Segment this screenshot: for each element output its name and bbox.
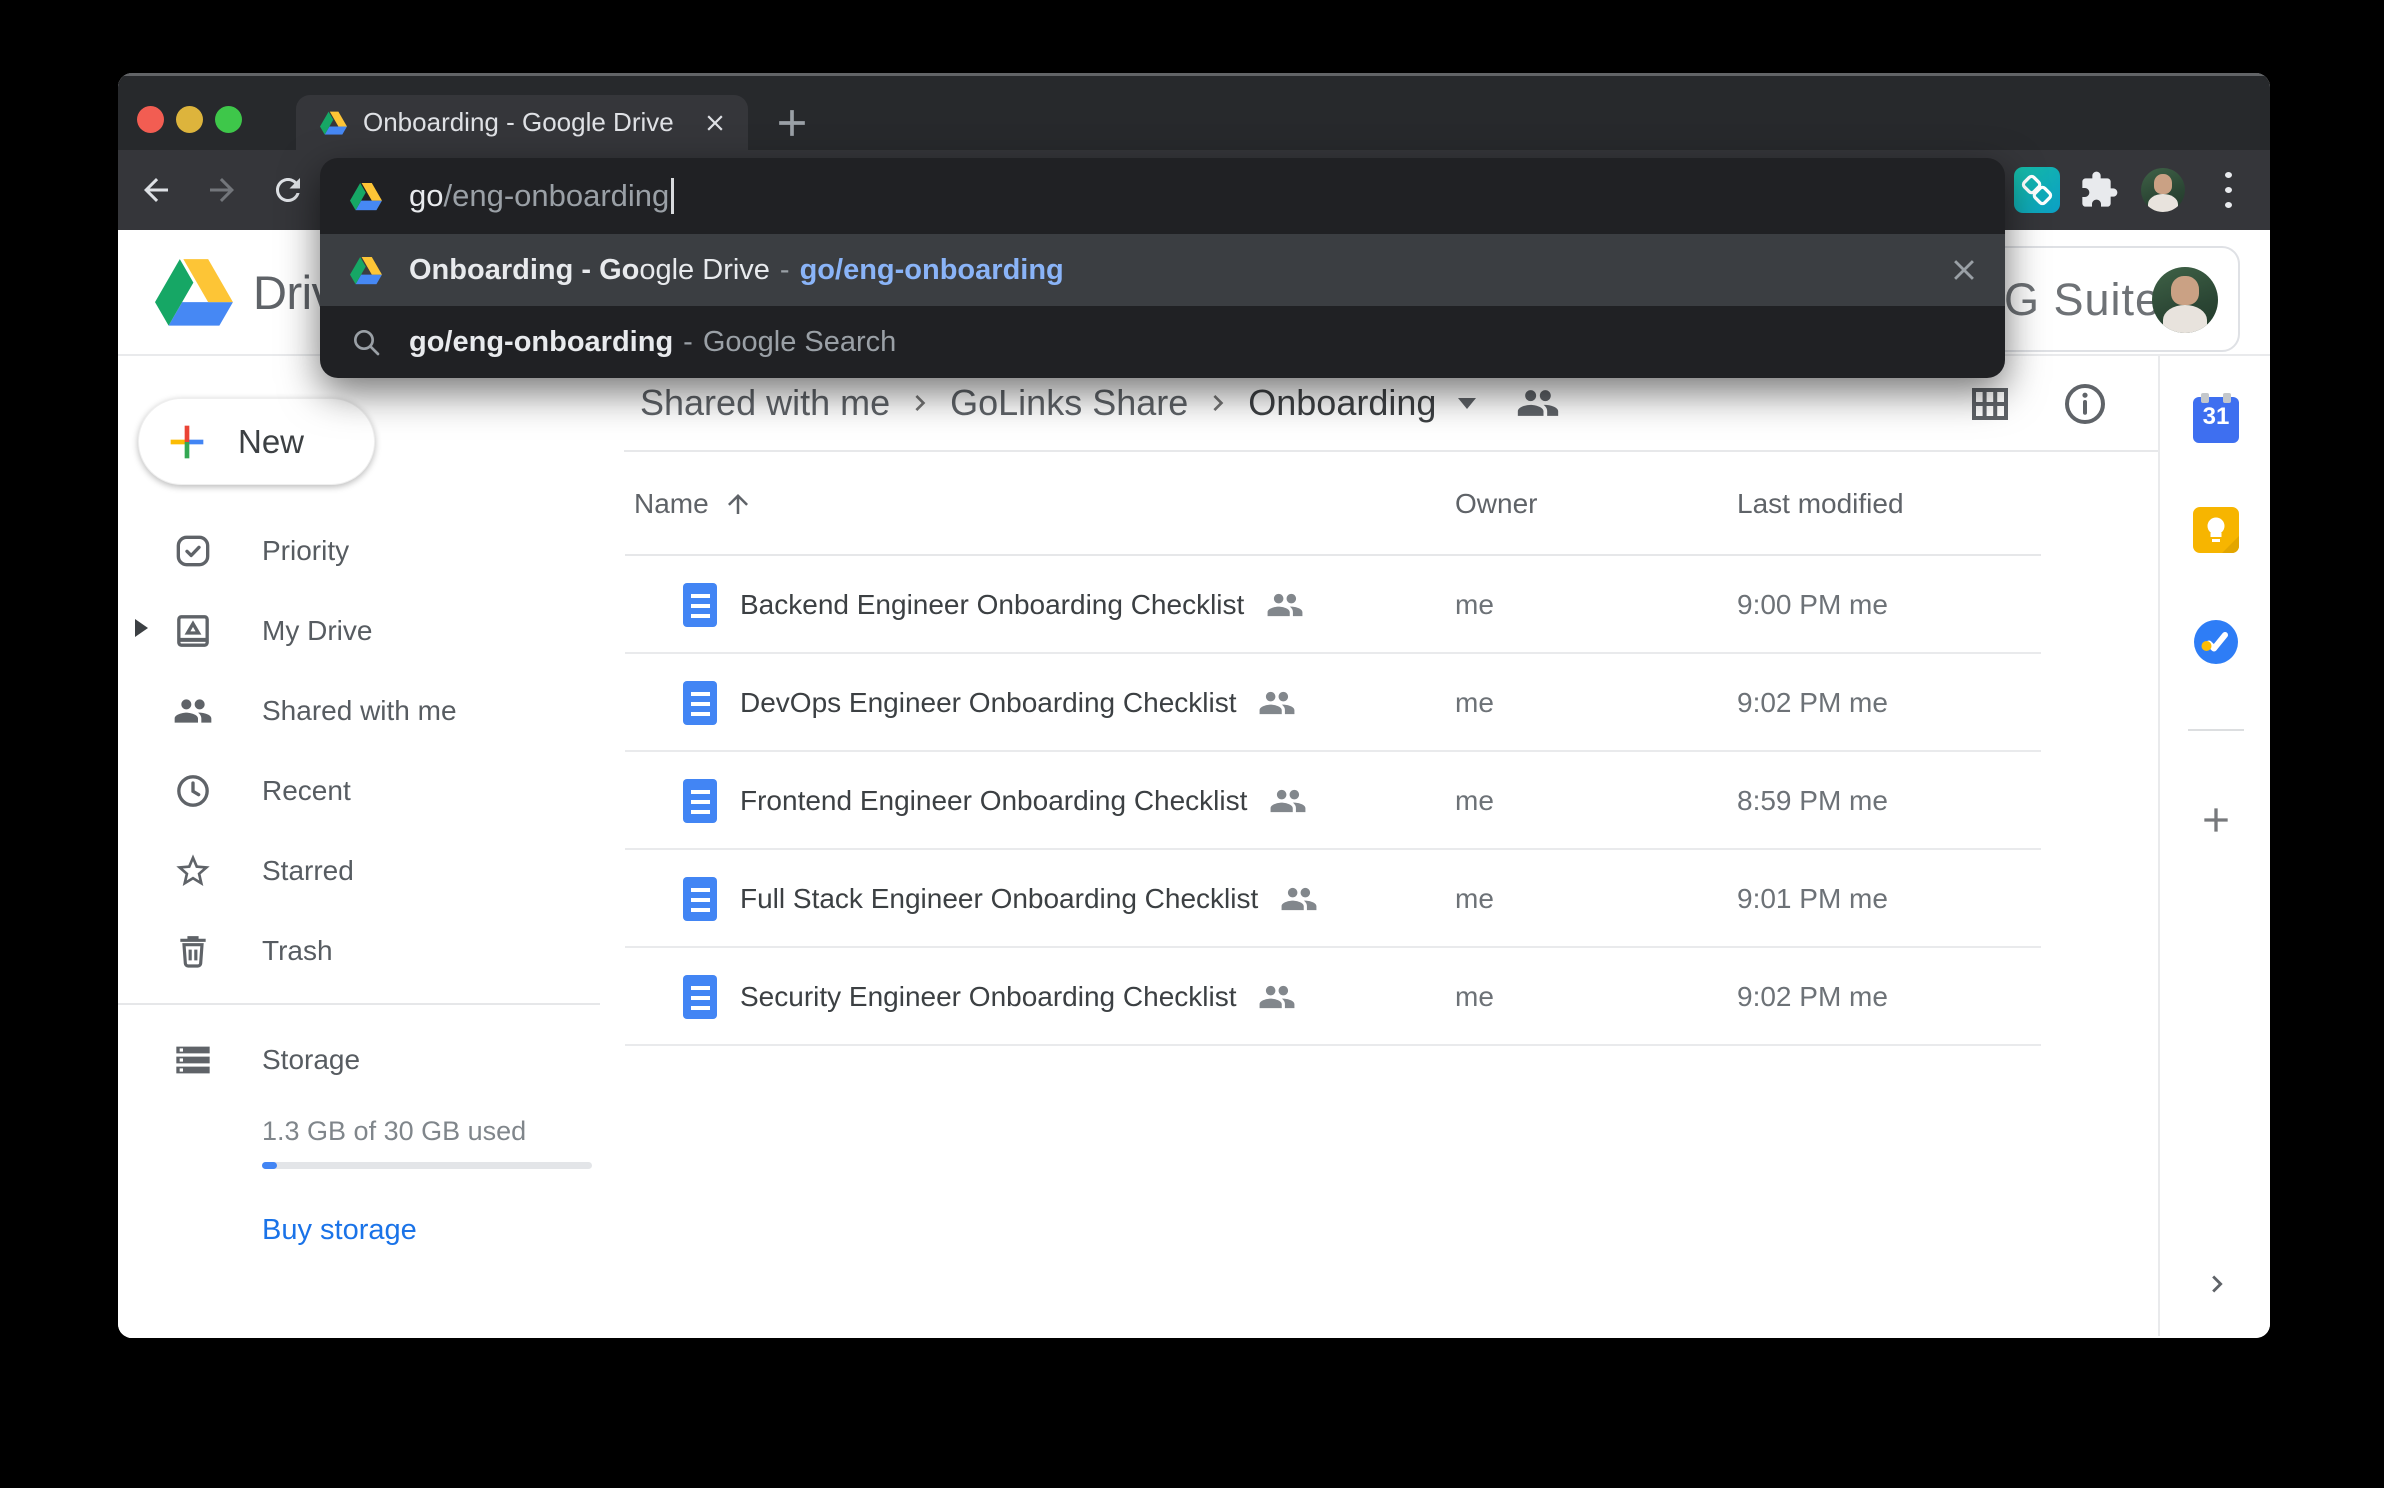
file-row[interactable]: Security Engineer Onboarding Checklist m…: [624, 948, 2158, 1046]
storage-usage-text: 1.3 GB of 30 GB used: [262, 1116, 526, 1147]
chevron-right-icon: [1202, 387, 1234, 419]
reload-button-icon[interactable]: [270, 172, 306, 208]
file-row[interactable]: Frontend Engineer Onboarding Checklist m…: [624, 752, 2158, 850]
info-icon[interactable]: [2061, 380, 2109, 428]
suggestion-google-search[interactable]: go/eng-onboarding-Google Search: [320, 306, 2005, 378]
clock-icon: [173, 771, 213, 811]
google-docs-icon: [683, 681, 717, 725]
tab-close-icon[interactable]: [702, 110, 728, 136]
tab-title: Onboarding - Google Drive: [363, 107, 674, 138]
browser-profile-avatar[interactable]: [2141, 168, 2185, 212]
shared-people-icon: [1280, 880, 1318, 918]
grid-view-icon[interactable]: [1966, 380, 2014, 428]
shared-people-icon: [1258, 978, 1296, 1016]
keep-icon[interactable]: [2193, 507, 2239, 553]
back-button-icon[interactable]: [138, 172, 174, 208]
drive-favicon-icon: [320, 111, 347, 135]
tasks-icon[interactable]: [2193, 619, 2239, 665]
window-minimize-button[interactable]: [176, 106, 203, 133]
shared-people-icon: [1258, 684, 1296, 722]
storage-progress-bar: [262, 1162, 592, 1169]
new-tab-button[interactable]: [770, 101, 814, 145]
shared-people-icon: [1266, 586, 1304, 624]
suggestion-drive-result[interactable]: Onboarding - Google Drive-go/eng-onboard…: [320, 234, 2005, 306]
google-docs-icon: [683, 975, 717, 1019]
account-avatar[interactable]: [2152, 267, 2218, 333]
sidebar-item-priority[interactable]: Priority: [118, 511, 624, 591]
storage-icon: [173, 1040, 213, 1080]
people-icon: [173, 691, 213, 731]
folder-menu-caret-icon[interactable]: [1458, 398, 1476, 409]
window-close-button[interactable]: [137, 106, 164, 133]
column-header-owner[interactable]: Owner: [1455, 452, 1537, 556]
folder-shared-people-icon[interactable]: [1516, 381, 1560, 425]
window-zoom-button[interactable]: [215, 106, 242, 133]
sidebar-divider: [118, 1003, 600, 1005]
breadcrumb-item-onboarding[interactable]: Onboarding: [1248, 382, 1436, 424]
new-button[interactable]: New: [138, 398, 375, 485]
forward-button-icon[interactable]: [204, 172, 240, 208]
trash-icon: [173, 931, 213, 971]
chevron-right-icon: [904, 387, 936, 419]
text-cursor: [671, 178, 674, 214]
drive-logo-icon: [155, 258, 233, 326]
golinks-extension-icon[interactable]: [2014, 167, 2060, 213]
window-controls: [137, 106, 242, 133]
browser-menu-icon[interactable]: [2216, 172, 2240, 208]
priority-check-icon: [173, 531, 213, 571]
sidebar-item-recent[interactable]: Recent: [118, 751, 624, 831]
browser-window: Onboarding - Google Drive: [118, 73, 2270, 1338]
extensions-puzzle-icon[interactable]: [2079, 170, 2119, 210]
tab-strip: Onboarding - Google Drive: [118, 73, 2270, 150]
browser-tab[interactable]: Onboarding - Google Drive: [296, 95, 748, 150]
search-icon: [350, 326, 382, 358]
shared-people-icon: [1269, 782, 1307, 820]
rail-divider: [2188, 729, 2244, 731]
buy-storage-link[interactable]: Buy storage: [262, 1214, 417, 1247]
star-icon: [173, 851, 213, 891]
list-header: Name Owner Last modified: [624, 452, 2158, 556]
drive-favicon-icon: [350, 256, 382, 285]
sidebar-item-storage[interactable]: Storage: [118, 1020, 624, 1100]
omnibox-input[interactable]: go/eng-onboarding: [320, 158, 2005, 234]
column-header-name[interactable]: Name: [634, 452, 753, 556]
google-docs-icon: [683, 583, 717, 627]
omnibox-completion-text: /eng-onboarding: [443, 178, 669, 214]
gsuite-label: G Suite: [2004, 274, 2161, 326]
breadcrumb-item-shared-with-me[interactable]: Shared with me: [640, 382, 890, 424]
google-docs-icon: [683, 779, 717, 823]
file-list-panel: Shared with me GoLinks Share Onboarding: [624, 356, 2158, 1336]
breadcrumb-item-golinks-share[interactable]: GoLinks Share: [950, 382, 1188, 424]
expand-caret-icon[interactable]: [135, 619, 148, 637]
multicolor-plus-icon: [166, 421, 208, 463]
calendar-icon[interactable]: 31: [2193, 397, 2239, 443]
sort-ascending-icon: [723, 489, 753, 519]
file-row[interactable]: DevOps Engineer Onboarding Checklist me …: [624, 654, 2158, 752]
column-header-modified[interactable]: Last modified: [1737, 452, 1904, 556]
google-docs-icon: [683, 877, 717, 921]
storage-progress-fill: [262, 1162, 277, 1169]
sidebar-item-shared-with-me[interactable]: Shared with me: [118, 671, 624, 751]
sidebar-item-my-drive[interactable]: My Drive: [118, 591, 624, 671]
sidebar-item-trash[interactable]: Trash: [118, 911, 624, 991]
sidebar-item-starred[interactable]: Starred: [118, 831, 624, 911]
file-row[interactable]: Backend Engineer Onboarding Checklist me…: [624, 556, 2158, 654]
add-app-plus-icon[interactable]: [2196, 800, 2236, 840]
side-apps-rail: 31: [2158, 356, 2270, 1336]
remove-suggestion-icon[interactable]: [1947, 253, 1981, 287]
omnibox-typed-text: go: [409, 178, 443, 214]
omnibox-dropdown: go/eng-onboarding Onboarding - Google Dr…: [320, 158, 2005, 378]
file-row[interactable]: Full Stack Engineer Onboarding Checklist…: [624, 850, 2158, 948]
drive-page: Drive G Suite New: [118, 230, 2270, 1338]
drive-favicon-icon: [350, 182, 382, 211]
drive-sidebar: New Priority My Drive: [118, 356, 624, 1336]
collapse-panel-chevron-icon[interactable]: [2200, 1267, 2234, 1301]
my-drive-icon: [173, 611, 213, 651]
